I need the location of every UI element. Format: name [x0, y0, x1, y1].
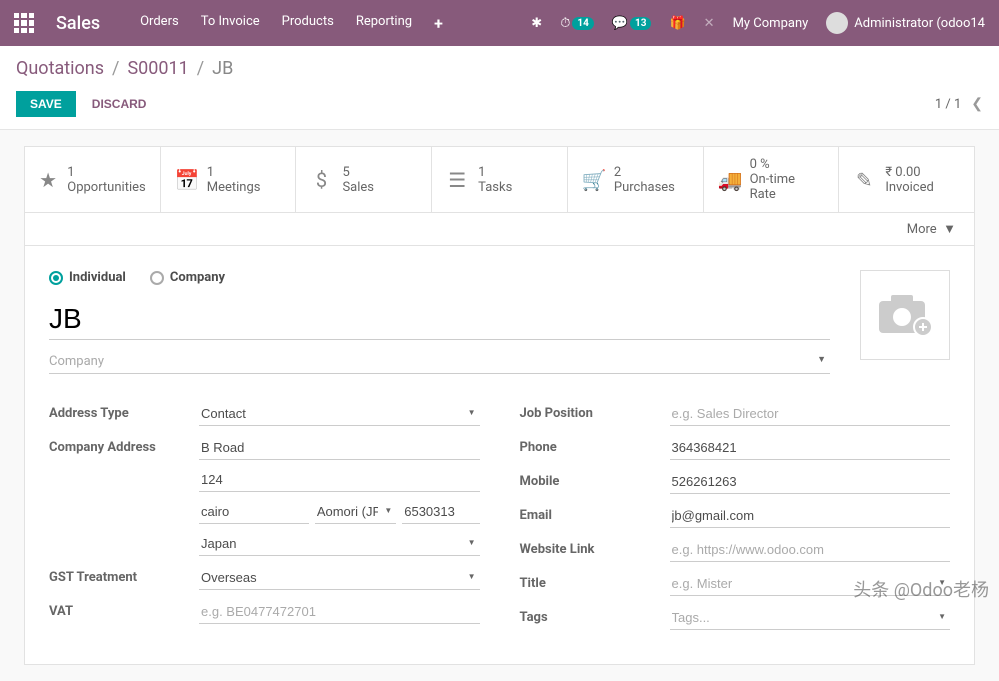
app-title[interactable]: Sales: [56, 13, 100, 34]
cart-icon: 🛒: [582, 168, 604, 192]
label-title: Title: [520, 572, 670, 591]
zip-input[interactable]: [402, 500, 479, 524]
breadcrumb-mid[interactable]: S00011: [127, 58, 188, 79]
nav-products[interactable]: Products: [282, 14, 334, 33]
star-icon: ★: [39, 168, 57, 192]
country-select[interactable]: [199, 532, 480, 556]
tools-icon[interactable]: ✕: [704, 16, 715, 31]
label-mobile: Mobile: [520, 470, 670, 489]
control-panel: Quotations / S00011 / JB SAVE DISCARD 1 …: [0, 46, 999, 130]
label-website: Website Link: [520, 538, 670, 557]
label-gst: GST Treatment: [49, 566, 199, 585]
state-select[interactable]: [315, 500, 396, 524]
top-navbar: Sales Orders To Invoice Products Reporti…: [0, 0, 999, 46]
radio-company[interactable]: Company: [150, 270, 225, 285]
tasks-icon: ☰: [446, 168, 468, 192]
job-input[interactable]: [670, 402, 951, 426]
address-type-select[interactable]: [199, 402, 480, 426]
camera-icon: [877, 293, 933, 337]
stat-purchases[interactable]: 🛒2Purchases: [568, 147, 704, 212]
nav-plus-icon[interactable]: +: [434, 14, 443, 33]
pager-text: 1 / 1: [935, 97, 961, 112]
company-switcher[interactable]: My Company: [733, 16, 809, 31]
form-sheet: Individual Company Company Address Type …: [24, 246, 975, 665]
street-input[interactable]: [199, 436, 480, 460]
gift-icon[interactable]: 🎁: [669, 16, 685, 31]
stat-sales[interactable]: $5Sales: [296, 147, 432, 212]
stat-invoiced[interactable]: ✎₹ 0.00Invoiced: [839, 147, 974, 212]
nav-menu: Orders To Invoice Products Reporting +: [140, 14, 443, 33]
label-company-address: Company Address: [49, 436, 199, 455]
street2-input[interactable]: [199, 468, 480, 492]
navbar-right: ✱ ⏱14 💬13 🎁 ✕ My Company Administrator (…: [531, 12, 985, 34]
pencil-icon: ✎: [853, 168, 875, 192]
pager-prev-icon[interactable]: ❮: [971, 96, 983, 112]
save-button[interactable]: SAVE: [16, 91, 76, 117]
nav-to-invoice[interactable]: To Invoice: [201, 14, 260, 33]
stat-ontime[interactable]: 🚚0 %On-time Rate: [704, 147, 840, 212]
stat-opportunities[interactable]: ★1Opportunities: [25, 147, 161, 212]
breadcrumb: Quotations / S00011 / JB: [16, 58, 983, 79]
mobile-input[interactable]: [670, 470, 951, 494]
calendar-icon: 📅: [175, 168, 197, 192]
email-input[interactable]: [670, 504, 951, 528]
breadcrumb-root[interactable]: Quotations: [16, 58, 104, 79]
gst-select[interactable]: [199, 566, 480, 590]
stat-buttons: ★1Opportunities 📅1Meetings $5Sales ☰1Tas…: [24, 146, 975, 213]
activities-icon[interactable]: ⏱14: [560, 16, 594, 31]
label-job: Job Position: [520, 402, 670, 421]
company-select[interactable]: Company: [49, 350, 830, 374]
name-input[interactable]: [49, 299, 830, 340]
avatar-icon: [826, 12, 848, 34]
website-input[interactable]: [670, 538, 951, 562]
vat-input[interactable]: [199, 600, 480, 624]
stat-tasks[interactable]: ☰1Tasks: [432, 147, 568, 212]
label-phone: Phone: [520, 436, 670, 455]
watermark: 头条 @Odoo老杨: [853, 576, 989, 602]
breadcrumb-current: JB: [212, 58, 233, 79]
label-tags: Tags: [520, 606, 670, 625]
stat-more-button[interactable]: More ▼: [907, 222, 956, 237]
nav-reporting[interactable]: Reporting: [356, 14, 412, 33]
discard-button[interactable]: DISCARD: [92, 97, 147, 111]
pager: 1 / 1 ❮: [935, 96, 983, 112]
image-upload[interactable]: [860, 270, 950, 360]
nav-orders[interactable]: Orders: [140, 14, 179, 33]
phone-input[interactable]: [670, 436, 951, 460]
city-input[interactable]: [199, 500, 309, 524]
discuss-icon[interactable]: 💬13: [612, 16, 652, 31]
label-address-type: Address Type: [49, 402, 199, 421]
apps-icon[interactable]: [14, 13, 34, 33]
radio-individual[interactable]: Individual: [49, 270, 126, 285]
stat-meetings[interactable]: 📅1Meetings: [161, 147, 297, 212]
tags-select[interactable]: [670, 606, 951, 630]
label-email: Email: [520, 504, 670, 523]
truck-icon: 🚚: [718, 168, 740, 192]
dollar-icon: $: [310, 168, 332, 192]
debug-icon[interactable]: ✱: [531, 16, 542, 31]
label-vat: VAT: [49, 600, 199, 619]
user-menu[interactable]: Administrator (odoo14: [826, 12, 985, 34]
